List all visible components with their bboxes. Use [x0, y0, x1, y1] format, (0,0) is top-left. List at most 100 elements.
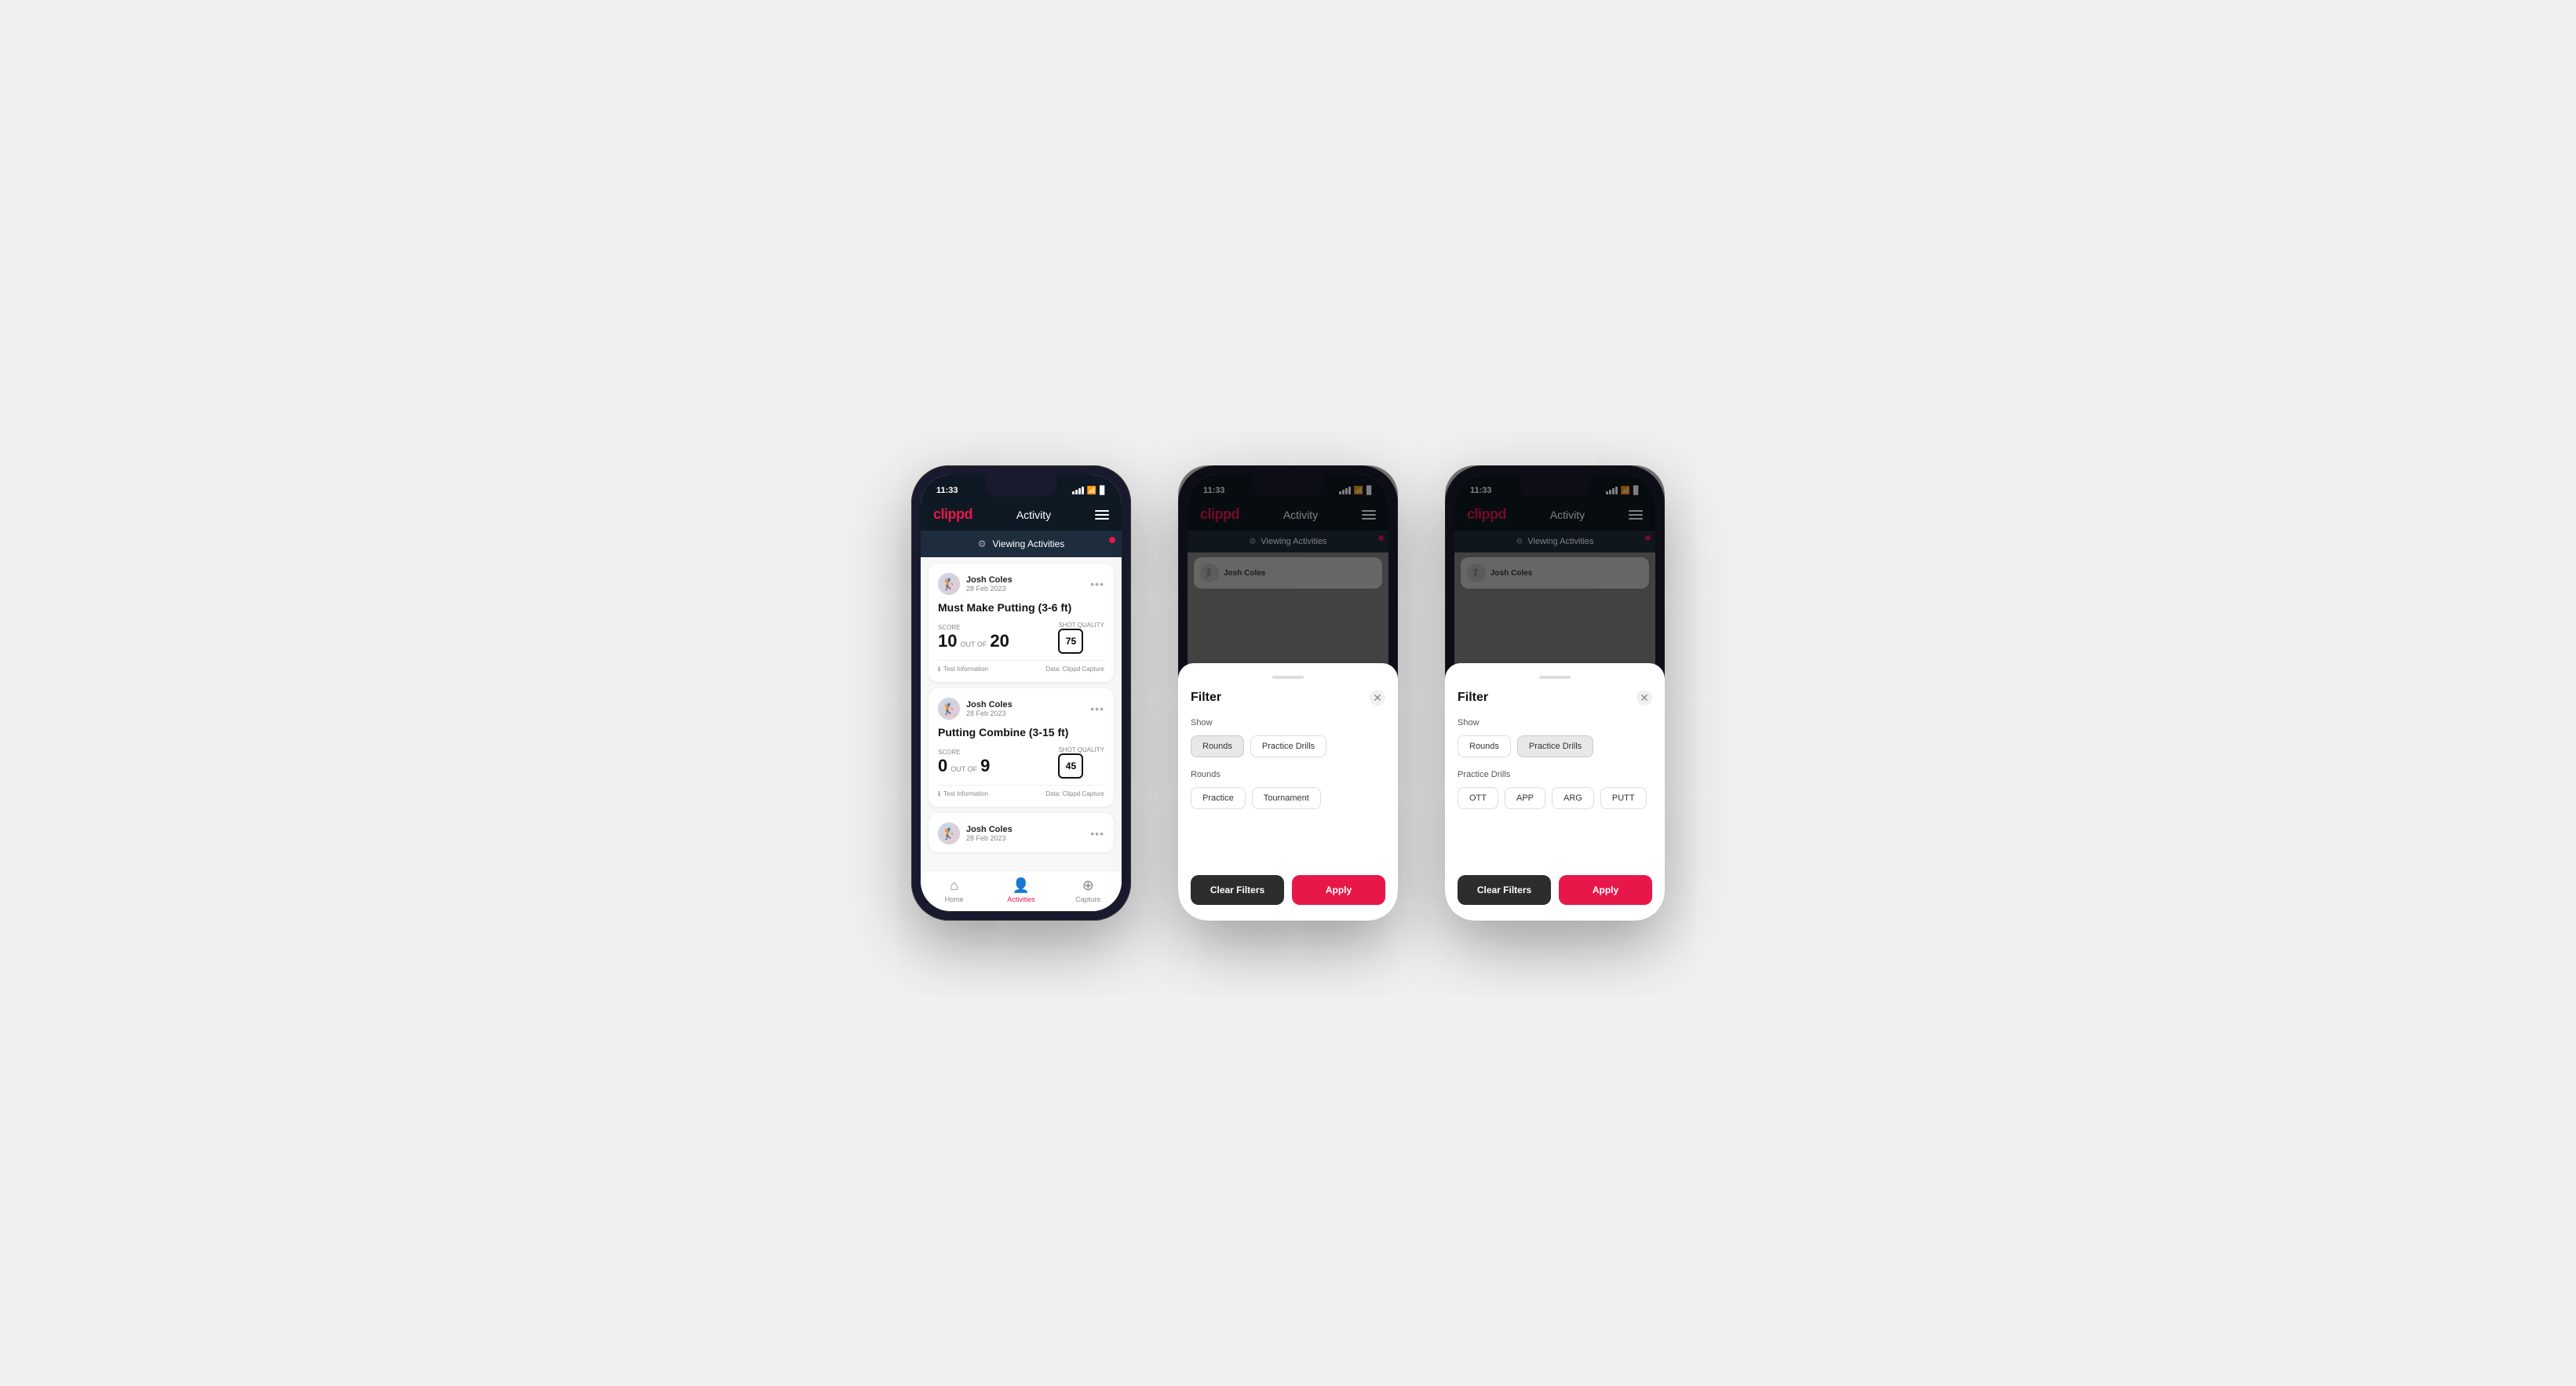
scene: 11:33 📶 ▊ clippd Activity: [864, 418, 1712, 968]
filter-title-2: Filter: [1191, 691, 1221, 705]
out-of-value-1: 20: [990, 631, 1009, 651]
out-of-label-2: OUT OF: [950, 765, 977, 773]
activity-card-2: 🏌️ Josh Coles 28 Feb 2023 ••• Putting Co…: [929, 688, 1114, 807]
shot-quality-value-2: 45: [1058, 753, 1083, 779]
chip-practice-2[interactable]: Practice: [1191, 787, 1246, 809]
card-footer-1: ℹ Test Information Data: Clippd Capture: [938, 660, 1104, 673]
shot-quality-group-2: Shot Quality 45: [1058, 746, 1104, 779]
score-label-2: Score: [938, 749, 990, 756]
nav-capture[interactable]: ⊕ Capture: [1055, 877, 1122, 903]
user-name-2: Josh Coles: [966, 700, 1013, 709]
close-filter-button-2[interactable]: ✕: [1370, 690, 1385, 706]
phone-screen-1: 11:33 📶 ▊ clippd Activity: [921, 475, 1122, 911]
activity-feed-1: 🏌️ Josh Coles 28 Feb 2023 ••• Must Make …: [921, 557, 1122, 870]
practice-drills-chips-3: OTT APP ARG PUTT: [1458, 787, 1652, 809]
filter-title-3: Filter: [1458, 691, 1488, 705]
more-options-3[interactable]: •••: [1090, 827, 1104, 840]
phone-2: 11:33 📶 ▊ clippd Activity: [1178, 465, 1398, 921]
chip-practice-drills-3[interactable]: Practice Drills: [1517, 735, 1593, 757]
viewing-bar-text-1: Viewing Activities: [992, 538, 1064, 549]
score-value-1: 10: [938, 631, 957, 651]
user-name-1: Josh Coles: [966, 575, 1013, 585]
phone-screen-2: 11:33 📶 ▊ clippd Activity: [1188, 475, 1388, 911]
bottom-nav-1: ⌂ Home 👤 Activities ⊕ Capture: [921, 870, 1122, 911]
sheet-handle-3: [1539, 676, 1571, 679]
info-icon-1: ℹ: [938, 666, 940, 673]
user-info-3: 🏌️ Josh Coles 28 Feb 2023: [938, 822, 1013, 844]
menu-button-1[interactable]: [1095, 510, 1109, 520]
score-label-1: Score: [938, 624, 1009, 631]
score-value-group-1: 10 OUT OF 20: [938, 631, 1009, 651]
nav-activities-label: Activities: [1007, 895, 1035, 903]
logo-1: clippd: [933, 506, 972, 523]
out-of-value-2: 9: [980, 756, 990, 776]
rounds-chips-2: Practice Tournament: [1191, 787, 1385, 809]
activity-card-1: 🏌️ Josh Coles 28 Feb 2023 ••• Must Make …: [929, 564, 1114, 682]
signal-icon: [1072, 487, 1084, 494]
show-label-3: Show: [1458, 718, 1652, 728]
notification-dot-1: [1109, 537, 1115, 543]
user-name-3: Josh Coles: [966, 825, 1013, 834]
clear-filters-button-2[interactable]: Clear Filters: [1191, 875, 1284, 905]
filter-icon-1: ⚙: [978, 538, 987, 549]
show-chips-3: Rounds Practice Drills: [1458, 735, 1652, 757]
nav-home[interactable]: ⌂ Home: [921, 877, 987, 903]
filter-sheet-2: Filter ✕ Show Rounds Practice Drills Rou…: [1188, 663, 1388, 911]
user-info-1: 🏌️ Josh Coles 28 Feb 2023: [938, 573, 1013, 595]
phone-1: 11:33 📶 ▊ clippd Activity: [911, 465, 1131, 921]
user-details-1: Josh Coles 28 Feb 2023: [966, 575, 1013, 593]
avatar-3: 🏌️: [938, 822, 960, 844]
card-header-3: 🏌️ Josh Coles 28 Feb 2023 •••: [938, 822, 1104, 844]
sheet-header-2: Filter ✕: [1191, 690, 1385, 706]
clear-filters-button-3[interactable]: Clear Filters: [1458, 875, 1551, 905]
user-details-3: Josh Coles 28 Feb 2023: [966, 825, 1013, 842]
out-of-label-1: OUT OF: [960, 640, 987, 648]
chip-rounds-2[interactable]: Rounds: [1191, 735, 1244, 757]
avatar-2: 🏌️: [938, 698, 960, 720]
shot-quality-label-1: Shot Quality: [1058, 622, 1104, 629]
user-info-2: 🏌️ Josh Coles 28 Feb 2023: [938, 698, 1013, 720]
more-options-2[interactable]: •••: [1090, 702, 1104, 715]
practice-drills-label-3: Practice Drills: [1458, 770, 1652, 779]
show-label-2: Show: [1191, 718, 1385, 728]
chip-putt-3[interactable]: PUTT: [1600, 787, 1647, 809]
score-value-group-2: 0 OUT OF 9: [938, 756, 990, 776]
shot-quality-label-2: Shot Quality: [1058, 746, 1104, 753]
home-icon: ⌂: [950, 877, 958, 894]
chip-ott-3[interactable]: OTT: [1458, 787, 1498, 809]
card-title-1: Must Make Putting (3-6 ft): [938, 601, 1104, 614]
chip-tournament-2[interactable]: Tournament: [1252, 787, 1321, 809]
filter-overlay-3: Filter ✕ Show Rounds Practice Drills Pra…: [1454, 475, 1655, 911]
header-title-1: Activity: [1016, 509, 1051, 521]
chip-app-3[interactable]: APP: [1505, 787, 1545, 809]
battery-icon: ▊: [1100, 487, 1106, 495]
card-title-2: Putting Combine (3-15 ft): [938, 726, 1104, 739]
chip-rounds-3[interactable]: Rounds: [1458, 735, 1511, 757]
phone-3: 11:33 📶 ▊ clippd Activity: [1445, 465, 1665, 921]
close-filter-button-3[interactable]: ✕: [1636, 690, 1652, 706]
shot-quality-group-1: Shot Quality 75: [1058, 622, 1104, 654]
footer-left-1: ℹ Test Information: [938, 666, 988, 673]
show-chips-2: Rounds Practice Drills: [1191, 735, 1385, 757]
phone-notch: [986, 475, 1056, 497]
user-date-3: 28 Feb 2023: [966, 834, 1013, 842]
activity-card-3: 🏌️ Josh Coles 28 Feb 2023 •••: [929, 813, 1114, 852]
more-options-1[interactable]: •••: [1090, 578, 1104, 590]
capture-icon: ⊕: [1082, 877, 1094, 894]
info-icon-2: ℹ: [938, 790, 940, 797]
filter-overlay-2: Filter ✕ Show Rounds Practice Drills Rou…: [1188, 475, 1388, 911]
nav-activities[interactable]: 👤 Activities: [987, 877, 1054, 903]
wifi-icon: 📶: [1087, 487, 1096, 495]
chip-practice-drills-2[interactable]: Practice Drills: [1250, 735, 1326, 757]
status-icons: 📶 ▊: [1072, 487, 1106, 495]
user-date-1: 28 Feb 2023: [966, 585, 1013, 593]
chip-arg-3[interactable]: ARG: [1552, 787, 1594, 809]
apply-button-2[interactable]: Apply: [1292, 875, 1385, 905]
apply-button-3[interactable]: Apply: [1559, 875, 1652, 905]
filter-sheet-3: Filter ✕ Show Rounds Practice Drills Pra…: [1454, 663, 1655, 911]
avatar-1: 🏌️: [938, 573, 960, 595]
nav-capture-label: Capture: [1075, 895, 1100, 903]
rounds-label-2: Rounds: [1191, 770, 1385, 779]
viewing-bar-1[interactable]: ⚙ Viewing Activities: [921, 531, 1122, 557]
filter-actions-2: Clear Filters Apply: [1191, 875, 1385, 905]
